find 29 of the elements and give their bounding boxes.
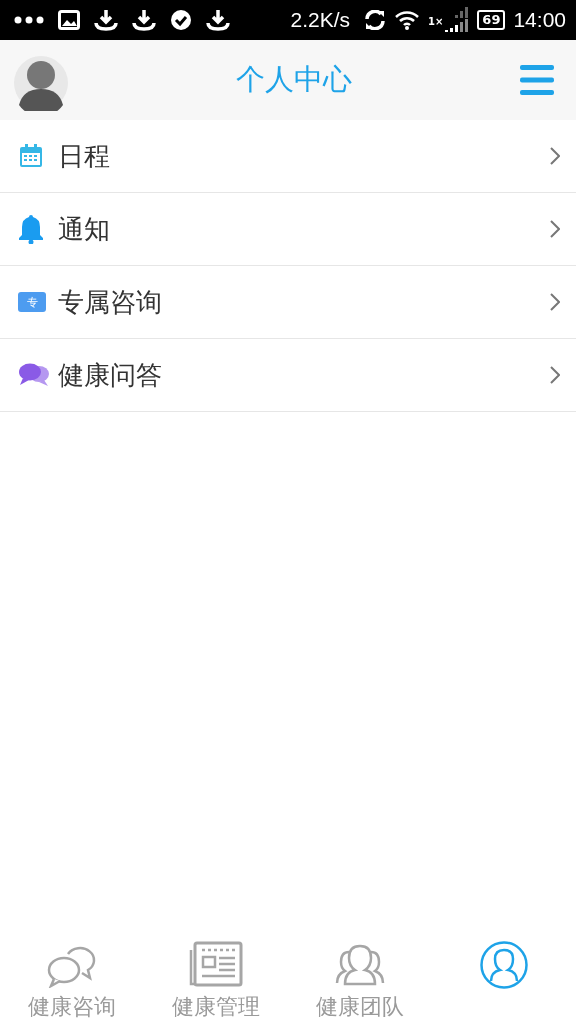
user-circle-icon [479, 940, 529, 990]
clock: 14:00 [513, 8, 566, 32]
sync-icon [364, 10, 386, 30]
menu-item[interactable]: 专 专属咨询 [0, 266, 576, 339]
calendar-icon [18, 143, 44, 169]
menu-item[interactable]: 日程 [0, 120, 576, 193]
battery-indicator: 69 [477, 10, 506, 30]
signal-icon [445, 7, 470, 33]
check-circle-icon [170, 9, 192, 31]
page-title: 个人中心 [236, 61, 352, 98]
sim-label: 1× [428, 16, 444, 27]
menu-item[interactable]: 健康问答 [0, 339, 576, 412]
menu-icon[interactable] [520, 65, 554, 95]
download-icon [132, 9, 156, 31]
download-icon [206, 9, 230, 31]
speech-bubble-badge: 专 [18, 292, 46, 312]
network-speed: 2.2K/s [290, 8, 350, 32]
download-icon [94, 9, 118, 31]
more-icon [14, 16, 44, 24]
chevron-right-icon [550, 366, 560, 384]
bell-icon [18, 214, 44, 244]
newspaper-icon [187, 940, 245, 988]
chat-bubbles-icon [18, 362, 50, 388]
wifi-icon [394, 10, 420, 30]
menu-item[interactable]: 通知 [0, 193, 576, 266]
chevron-right-icon [550, 293, 560, 311]
chevron-right-icon [550, 220, 560, 238]
chevron-right-icon [550, 147, 560, 165]
image-icon [58, 10, 80, 30]
